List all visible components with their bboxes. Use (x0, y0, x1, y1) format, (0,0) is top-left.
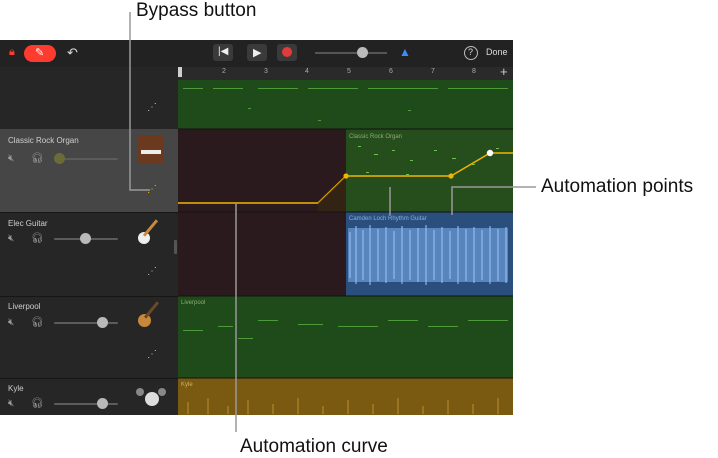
headphones-icon[interactable]: 🎧︎ (31, 399, 44, 409)
mute-icon[interactable]: 🔇︎ (8, 399, 14, 409)
add-section-button[interactable]: + (500, 64, 508, 79)
callout-automation-points: Automation points (541, 176, 694, 197)
timeline-ruler[interactable]: 2 3 4 5 6 7 8 + (178, 64, 513, 81)
control-bar: 🔒︎ ✎ ↶ |◀ ▶ ▲ ? Done (0, 40, 513, 67)
callout-automation-curve: Automation curve (240, 436, 388, 457)
play-button[interactable]: ▶ (247, 44, 267, 61)
track-name: Classic Rock Organ (8, 136, 79, 145)
automation-point[interactable] (448, 173, 454, 179)
instrument-icon-acoustic-guitar (136, 299, 166, 329)
garageband-window: 🔒︎ ✎ ↶ |◀ ▶ ▲ ? Done 2 3 4 5 6 7 8 + Cla… (0, 40, 513, 415)
volume-slider[interactable] (54, 233, 118, 244)
help-icon: ? (468, 47, 474, 57)
bypass-icon-track-3[interactable]: ⋰ (147, 350, 157, 360)
record-button[interactable] (277, 44, 297, 61)
bypass-icon-track-0[interactable]: ⋰ (147, 103, 157, 113)
ruler-bar-7: 7 (431, 68, 435, 75)
ruler-bar-8: 8 (472, 68, 476, 75)
instrument-icon-drum-kit (136, 384, 166, 410)
go-to-beginning-button[interactable]: |◀ (213, 44, 233, 61)
volume-knob[interactable] (54, 153, 65, 164)
automation-edit-button[interactable]: ✎ (24, 45, 56, 62)
done-button[interactable]: Done (486, 47, 508, 57)
automation-point-selected[interactable] (486, 149, 494, 157)
ruler-bar-6: 6 (389, 68, 393, 75)
volume-slider[interactable] (54, 398, 118, 409)
ruler-bar-3: 3 (264, 68, 268, 75)
volume-slider[interactable] (54, 317, 118, 328)
track-headers: Classic Rock Organ 🔇︎ 🎧︎ Elec Guitar 🔇︎ … (0, 67, 178, 415)
track-name: Kyle (8, 384, 24, 393)
pencil-icon: ✎ (35, 47, 45, 59)
volume-slider[interactable] (54, 153, 118, 164)
bypass-icon-track-2[interactable]: ⋰ (147, 267, 157, 277)
mute-icon[interactable]: 🔇︎ (8, 234, 14, 244)
track-name: Liverpool (8, 302, 41, 311)
bypass-icon-track-1[interactable]: ⋰ (147, 185, 157, 195)
track-header-4[interactable]: Kyle 🔇︎ 🎧︎ (0, 378, 178, 415)
automation-point[interactable] (343, 173, 349, 179)
undo-icon[interactable]: ↶ (67, 45, 78, 61)
track-name: Elec Guitar (8, 219, 48, 228)
track-scrollbar[interactable] (174, 240, 177, 254)
track-header-0[interactable] (0, 67, 178, 130)
rewind-icon: |◀ (218, 46, 229, 57)
mute-icon[interactable]: 🔇︎ (8, 318, 14, 328)
play-icon: ▶ (253, 47, 262, 59)
record-icon (282, 47, 292, 57)
master-volume-slider[interactable] (315, 47, 387, 58)
headphones-icon[interactable]: 🎧︎ (31, 234, 44, 244)
track-header-2[interactable]: Elec Guitar 🔇︎ 🎧︎ (0, 212, 178, 297)
region-label: Liverpool (181, 300, 205, 306)
instrument-icon-organ (138, 135, 164, 163)
track-header-3[interactable]: Liverpool 🔇︎ 🎧︎ (0, 296, 178, 379)
region-label: Classic Rock Organ (349, 134, 402, 140)
volume-knob[interactable] (97, 317, 108, 328)
region-label: Camden Loch Rhythm Guitar (349, 216, 427, 222)
tracks-area: Classic Rock Organ Camden Loch Rhythm Gu… (178, 80, 513, 415)
region-label: Kyle (181, 382, 193, 388)
ruler-bar-4: 4 (305, 68, 309, 75)
master-volume-knob[interactable] (357, 47, 368, 58)
playhead-marker[interactable] (178, 67, 182, 77)
volume-knob[interactable] (97, 398, 108, 409)
instrument-icon-electric-guitar (136, 216, 166, 246)
lock-icon[interactable]: 🔒︎ (9, 46, 15, 59)
help-button[interactable]: ? (464, 46, 478, 60)
headphones-icon[interactable]: 🎧︎ (31, 154, 44, 164)
metronome-icon[interactable]: ▲ (399, 45, 411, 59)
mute-icon[interactable]: 🔇︎ (8, 154, 14, 164)
region-track-0[interactable] (178, 80, 513, 129)
callout-bypass-button: Bypass button (136, 0, 257, 21)
ruler-bar-2: 2 (222, 68, 226, 75)
region-classic-rock-organ[interactable] (346, 129, 513, 212)
ruler-bar-5: 5 (347, 68, 351, 75)
track-header-1[interactable]: Classic Rock Organ 🔇︎ 🎧︎ (0, 129, 178, 213)
headphones-icon[interactable]: 🎧︎ (31, 318, 44, 328)
region-liverpool[interactable] (178, 296, 513, 378)
volume-knob[interactable] (80, 233, 91, 244)
